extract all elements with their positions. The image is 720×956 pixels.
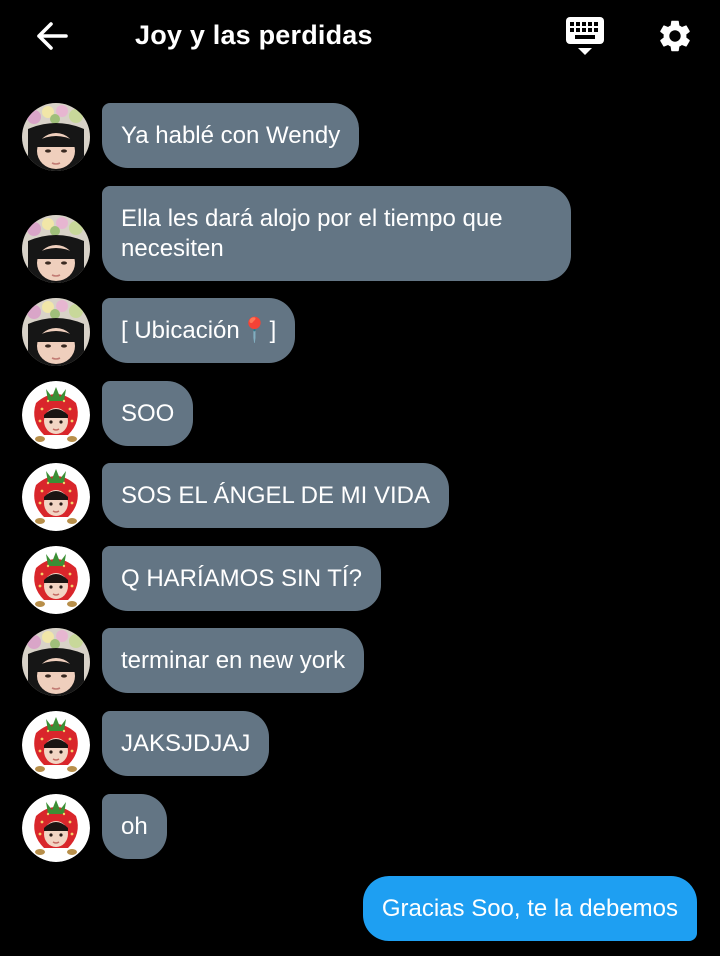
strawberry-avatar[interactable] — [22, 381, 90, 449]
message-text: Gracias Soo, te la debemos — [381, 895, 678, 922]
flower-crown-avatar[interactable] — [22, 628, 90, 696]
message-bubble[interactable]: Q HARÍAMOS SIN TÍ? — [102, 546, 381, 611]
message-text: JAKSJDJAJ — [121, 730, 251, 757]
message-bubble[interactable]: Ya hablé con Wendy — [102, 103, 360, 168]
message-text: Ella les dará alojo por el tiempo que ne… — [121, 205, 503, 262]
flower-crown-avatar[interactable] — [22, 103, 90, 171]
message-text: SOO — [121, 400, 175, 427]
strawberry-avatar[interactable] — [22, 546, 90, 614]
strawberry-avatar[interactable] — [22, 794, 90, 862]
strawberry-avatar[interactable] — [22, 463, 90, 531]
message-bubble[interactable]: oh — [102, 794, 167, 859]
message-text: SOS EL ÁNGEL DE MI VIDA — [121, 482, 430, 509]
message-text: terminar en new york — [121, 647, 346, 674]
message-text: [ Ubicación📍] — [121, 317, 277, 344]
flower-crown-avatar[interactable] — [22, 215, 90, 283]
message-bubble[interactable]: SOO — [102, 381, 194, 446]
message-bubble[interactable]: JAKSJDJAJ — [102, 711, 270, 776]
outgoing-message-bubble[interactable]: Gracias Soo, te la debemos — [362, 876, 697, 941]
flower-crown-avatar[interactable] — [22, 298, 90, 366]
message-bubble[interactable]: SOS EL ÁNGEL DE MI VIDA — [102, 463, 449, 528]
strawberry-avatar[interactable] — [22, 711, 90, 779]
message-bubble[interactable]: Ella les dará alojo por el tiempo que ne… — [102, 186, 571, 281]
message-text: oh — [121, 813, 148, 840]
message-list[interactable]: Ya hablé con Wendy Ella les dará alojo p… — [0, 0, 720, 956]
message-bubble[interactable]: [ Ubicación📍] — [102, 298, 296, 363]
message-bubble[interactable]: terminar en new york — [102, 628, 365, 693]
message-text: Q HARÍAMOS SIN TÍ? — [121, 565, 362, 592]
message-text: Ya hablé con Wendy — [121, 122, 341, 149]
